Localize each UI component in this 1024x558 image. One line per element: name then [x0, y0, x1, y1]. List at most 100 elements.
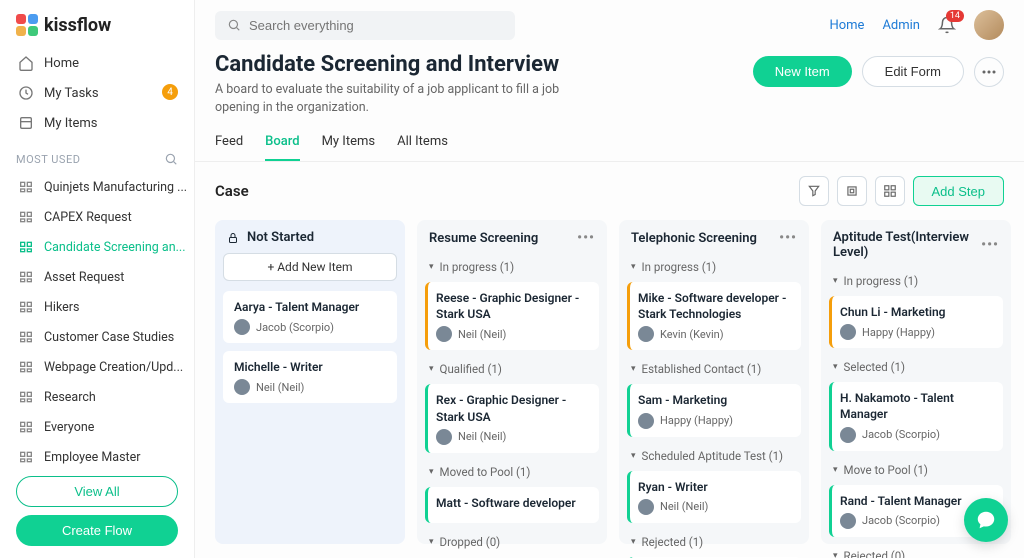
- nav-item-my-items[interactable]: My Items: [8, 108, 186, 138]
- column-menu-icon[interactable]: •••: [779, 230, 797, 246]
- brand-icon: [16, 14, 38, 36]
- board-column: Not Started + Add New Item Aarya - Talent …: [215, 220, 405, 544]
- app-icon: [18, 329, 34, 345]
- brand-logo[interactable]: kissflow: [0, 10, 194, 48]
- board-column: Aptitude Test(Interview Level)•••▾In pro…: [821, 220, 1011, 544]
- sidebar-item-label: Asset Request: [44, 270, 124, 285]
- nav-label: My Items: [44, 116, 98, 131]
- column-title: Not Started: [247, 230, 314, 245]
- card-title: Rex - Graphic Designer - Stark USA: [436, 392, 591, 424]
- group-header[interactable]: ▾In progress (1): [425, 254, 599, 280]
- board-card[interactable]: Chun Li - MarketingHappy (Happy): [829, 296, 1003, 348]
- nav-badge: 4: [162, 84, 178, 100]
- app-icon: [18, 419, 34, 435]
- home-icon: [18, 55, 34, 71]
- tab-my-items[interactable]: My Items: [322, 134, 376, 161]
- group-label: In progress (1): [440, 260, 515, 274]
- assignee-name: Neil (Neil): [458, 328, 506, 341]
- tasks-icon: [18, 85, 34, 101]
- sidebar-item[interactable]: Employee Master: [8, 442, 186, 468]
- avatar-icon: [840, 324, 856, 340]
- edit-form-button[interactable]: Edit Form: [862, 56, 964, 87]
- tab-feed[interactable]: Feed: [215, 134, 243, 161]
- group-header[interactable]: ▾In progress (1): [627, 254, 801, 280]
- sidebar-item[interactable]: Research: [8, 382, 186, 412]
- group-header[interactable]: ▾Dropped (0): [425, 529, 599, 555]
- board-card[interactable]: Rex - Graphic Designer - Stark USANeil (…: [425, 384, 599, 452]
- column-header: Telephonic Screening•••: [627, 230, 801, 254]
- group-header[interactable]: ▾Moved to Pool (1): [425, 459, 599, 485]
- avatar-icon: [436, 326, 452, 342]
- board-card[interactable]: H. Nakamoto - Talent ManagerJacob (Scorp…: [829, 382, 1003, 450]
- sidebar-item[interactable]: Webpage Creation/Upd...: [8, 352, 186, 382]
- view-all-button[interactable]: View All: [16, 476, 178, 507]
- board-card[interactable]: Aarya - Talent ManagerJacob (Scorpio): [223, 291, 397, 343]
- group-label: Moved to Pool (1): [440, 465, 531, 479]
- filter-button[interactable]: [799, 176, 829, 206]
- tab-all-items[interactable]: All Items: [397, 134, 448, 161]
- add-new-item-button[interactable]: + Add New Item: [223, 253, 397, 281]
- sidebar-item[interactable]: Customer Case Studies: [8, 322, 186, 352]
- assignee-name: Kevin (Kevin): [660, 328, 724, 341]
- card-assignee: Neil (Neil): [436, 326, 591, 342]
- notifications-button[interactable]: 14: [938, 16, 956, 34]
- nav-item-home[interactable]: Home: [8, 48, 186, 78]
- sidebar-item[interactable]: Asset Request: [8, 262, 186, 292]
- group-header[interactable]: ▾Qualified (1): [425, 356, 599, 382]
- sidebar-item-label: Hikers: [44, 300, 80, 315]
- board-card[interactable]: Michelle - WriterNeil (Neil): [223, 351, 397, 403]
- avatar-icon: [840, 427, 856, 443]
- nav-label: My Tasks: [44, 86, 99, 101]
- chevron-down-icon: ▾: [833, 551, 838, 558]
- group-header[interactable]: ▾Selected (1): [829, 354, 1003, 380]
- sidebar-item-label: Research: [44, 390, 96, 405]
- add-step-button[interactable]: Add Step: [913, 176, 1005, 206]
- user-avatar[interactable]: [974, 10, 1004, 40]
- sidebar-item[interactable]: Hikers: [8, 292, 186, 322]
- search-icon[interactable]: [164, 152, 178, 166]
- tab-board[interactable]: Board: [265, 134, 299, 161]
- more-actions-button[interactable]: [974, 57, 1004, 87]
- chevron-down-icon: ▾: [631, 364, 636, 374]
- group-header[interactable]: ▾Rejected (0): [829, 543, 1003, 558]
- board-card[interactable]: Mike - Software developer - Stark Techno…: [627, 282, 801, 350]
- sidebar-item[interactable]: Candidate Screening an...: [8, 232, 186, 262]
- search-box[interactable]: [215, 11, 515, 40]
- grid-view-button[interactable]: [875, 176, 905, 206]
- sidebar-item[interactable]: Everyone: [8, 412, 186, 442]
- column-menu-icon[interactable]: •••: [981, 237, 999, 253]
- top-link-admin[interactable]: Admin: [882, 18, 920, 33]
- app-icon: [18, 239, 34, 255]
- new-item-button[interactable]: New Item: [753, 56, 852, 87]
- sidebar-item[interactable]: CAPEX Request: [8, 202, 186, 232]
- board-card[interactable]: Sam - MarketingHappy (Happy): [627, 384, 801, 436]
- card-title: Sam - Marketing: [638, 392, 793, 408]
- group-header[interactable]: ▾In progress (1): [829, 268, 1003, 294]
- brand-text: kissflow: [44, 15, 111, 36]
- card-assignee: Neil (Neil): [638, 499, 793, 515]
- chevron-down-icon: ▾: [631, 451, 636, 461]
- group-label: Scheduled Aptitude Test (1): [642, 449, 784, 463]
- column-menu-icon[interactable]: •••: [577, 230, 595, 246]
- column-header: Resume Screening•••: [425, 230, 599, 254]
- notification-badge: 14: [946, 10, 964, 22]
- board-card[interactable]: Ryan - Writer Neil (Neil): [627, 471, 801, 523]
- chat-fab[interactable]: [964, 498, 1008, 542]
- board-card[interactable]: Matt - Software developer: [425, 487, 599, 523]
- search-input[interactable]: [249, 18, 503, 33]
- nav-item-my-tasks[interactable]: My Tasks 4: [8, 78, 186, 108]
- focus-button[interactable]: [837, 176, 867, 206]
- group-header[interactable]: ▾Move to Pool (1): [829, 457, 1003, 483]
- group-label: Move to Pool (1): [844, 463, 928, 477]
- app-icon: [18, 359, 34, 375]
- top-link-home[interactable]: Home: [829, 18, 864, 33]
- card-title: Ryan - Writer: [638, 479, 793, 495]
- create-flow-button[interactable]: Create Flow: [16, 515, 178, 546]
- group-header[interactable]: ▾Rejected (1): [627, 529, 801, 555]
- page-description: A board to evaluate the suitability of a…: [215, 81, 595, 116]
- group-header[interactable]: ▾ Scheduled Aptitude Test (1): [627, 443, 801, 469]
- board-card[interactable]: Reese - Graphic Designer - Stark USANeil…: [425, 282, 599, 350]
- group-label: In progress (1): [642, 260, 717, 274]
- sidebar-item[interactable]: Quinjets Manufacturing ...: [8, 172, 186, 202]
- group-header[interactable]: ▾Established Contact (1): [627, 356, 801, 382]
